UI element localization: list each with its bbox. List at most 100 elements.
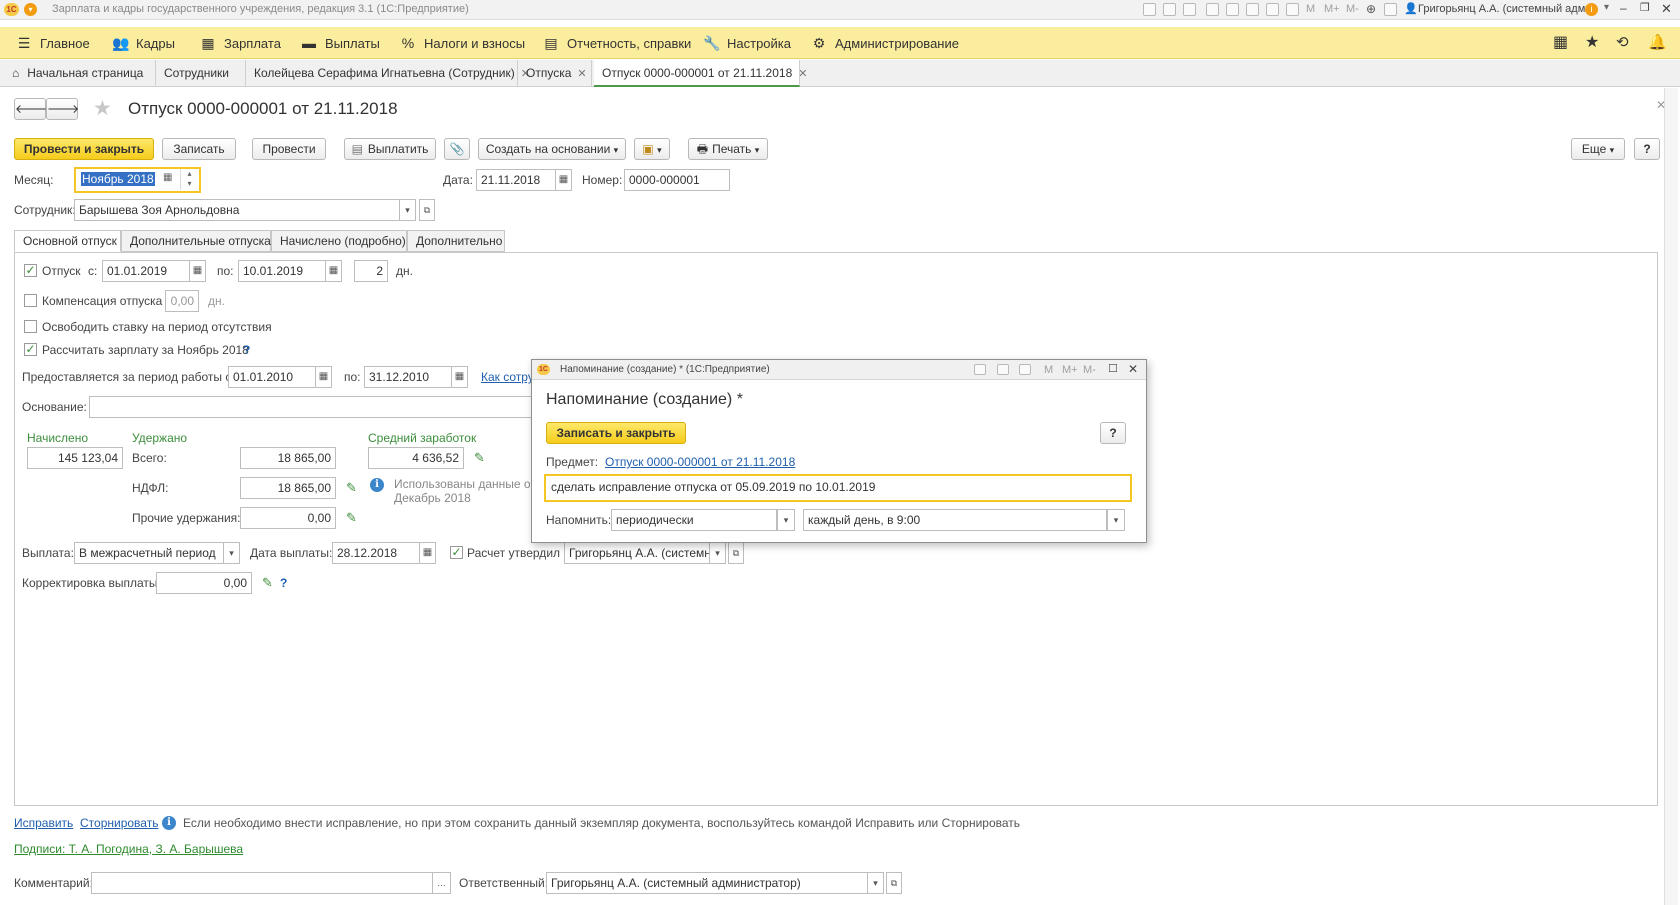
menu-item-payments[interactable]: ▬ Выплаты bbox=[301, 27, 380, 59]
menu-item-salary[interactable]: ▦ Зарплата bbox=[200, 27, 281, 59]
correction-help-icon[interactable]: ? bbox=[280, 576, 287, 590]
print-button[interactable]: 🖶 Печать ▾ bbox=[688, 138, 768, 160]
current-user[interactable]: Григорьянц А.А. (системный адм... bbox=[1418, 3, 1594, 15]
ndfl-edit-pencil-icon[interactable]: ✎ bbox=[346, 480, 357, 496]
calendar-icon[interactable]: ▦ bbox=[163, 172, 172, 183]
approved-checkbox[interactable]: ✓ bbox=[450, 546, 463, 559]
employee-dropdown-icon[interactable]: ▾ bbox=[400, 199, 416, 221]
correction-edit-pencil-icon[interactable]: ✎ bbox=[262, 575, 273, 591]
dropdown-icon[interactable]: ▾ bbox=[1604, 2, 1609, 13]
forward-button[interactable]: 🡒 bbox=[46, 98, 79, 120]
period-from-field[interactable]: 01.01.2010 bbox=[228, 366, 316, 388]
approved-by-field[interactable]: Григорьянц А.А. (системны bbox=[564, 542, 710, 564]
menu-item-taxes[interactable]: % Налоги и взносы bbox=[400, 27, 525, 59]
help-button[interactable]: ? bbox=[1634, 138, 1660, 160]
basis-field[interactable] bbox=[89, 396, 533, 418]
minimize-icon[interactable]: – bbox=[1620, 1, 1627, 15]
other-edit-pencil-icon[interactable]: ✎ bbox=[346, 510, 357, 526]
zoom-icon[interactable]: ⊕ bbox=[1366, 2, 1376, 16]
ndfl-field[interactable]: 18 865,00 bbox=[240, 477, 336, 499]
average-edit-pencil-icon[interactable]: ✎ bbox=[474, 450, 485, 466]
layout-icon[interactable] bbox=[1384, 3, 1397, 16]
history-clock-icon[interactable]: ⟲ bbox=[1616, 27, 1629, 59]
spreadsheet-icon[interactable] bbox=[1266, 3, 1279, 16]
calc-salary-help-icon[interactable]: ? bbox=[243, 343, 250, 357]
responsible-open-icon[interactable]: ⧉ bbox=[886, 872, 902, 894]
month-field[interactable]: Ноябрь 2018 bbox=[77, 169, 163, 191]
post-button[interactable]: Провести bbox=[252, 138, 326, 160]
total-withheld-field[interactable]: 18 865,00 bbox=[240, 447, 336, 469]
memory-m[interactable]: M bbox=[1306, 3, 1315, 15]
vacation-days-field[interactable]: 2 bbox=[354, 260, 388, 282]
compensation-days-field[interactable]: 0,00 bbox=[165, 290, 199, 312]
date-calendar-icon[interactable]: ▦ bbox=[556, 169, 572, 191]
attach-button[interactable]: 📎 bbox=[444, 138, 470, 160]
payout-date-calendar-icon[interactable]: ▦ bbox=[420, 542, 436, 564]
menu-item-admin[interactable]: ⚙ Администрирование bbox=[811, 27, 959, 59]
date-field[interactable]: 21.11.2018 bbox=[476, 169, 556, 191]
subject-link[interactable]: Отпуск 0000-000001 от 21.11.2018 bbox=[605, 455, 795, 469]
calc-salary-checkbox[interactable]: ✓ bbox=[24, 343, 37, 356]
dialog-maximize-icon[interactable]: ☐ bbox=[1108, 362, 1118, 375]
history-icon[interactable] bbox=[1246, 3, 1259, 16]
tab-accrued-details[interactable]: Начислено (подробно) bbox=[271, 230, 407, 252]
grid-apps-icon[interactable]: ▦ bbox=[1553, 27, 1568, 59]
employee-open-icon[interactable]: ⧉ bbox=[419, 199, 435, 221]
mail-icon[interactable] bbox=[1226, 3, 1239, 16]
tab-employees[interactable]: Сотрудники bbox=[156, 60, 246, 87]
tab-additional[interactable]: Дополнительно bbox=[407, 230, 505, 252]
period-to-field[interactable]: 31.12.2010 bbox=[364, 366, 452, 388]
other-withholdings-field[interactable]: 0,00 bbox=[240, 507, 336, 529]
dialog-help-button[interactable]: ? bbox=[1100, 422, 1126, 444]
comment-field[interactable] bbox=[91, 872, 433, 894]
employee-field[interactable]: Барышева Зоя Арнольдовна bbox=[74, 199, 400, 221]
spin-icon[interactable]: ▴ ▾ bbox=[180, 169, 198, 190]
back-button[interactable]: 🡐 bbox=[14, 98, 47, 120]
memory-plus[interactable]: M+ bbox=[1324, 3, 1340, 15]
tab-main-vacation[interactable]: Основной отпуск bbox=[14, 230, 121, 252]
vacation-to-calendar-icon[interactable]: ▦ bbox=[326, 260, 342, 282]
approved-dropdown-icon[interactable]: ▾ bbox=[710, 542, 726, 564]
link-icon[interactable] bbox=[1206, 3, 1219, 16]
dialog-calendar-icon[interactable] bbox=[1019, 364, 1031, 375]
calendar-icon[interactable] bbox=[1286, 3, 1299, 16]
approved-open-icon[interactable]: ⧉ bbox=[728, 542, 744, 564]
remind-type-dropdown-icon[interactable]: ▾ bbox=[777, 509, 795, 531]
preview-icon[interactable] bbox=[1183, 3, 1196, 16]
responsible-dropdown-icon[interactable]: ▾ bbox=[868, 872, 884, 894]
release-rate-checkbox[interactable] bbox=[24, 320, 37, 333]
dialog-close-icon[interactable]: ✕ bbox=[1128, 362, 1138, 376]
menu-item-hr[interactable]: 👥 Кадры bbox=[112, 27, 175, 59]
dialog-memory-m[interactable]: M bbox=[1044, 364, 1053, 376]
payout-dropdown-icon[interactable]: ▾ bbox=[224, 542, 240, 564]
accrued-field[interactable]: 145 123,04 bbox=[27, 447, 123, 469]
dialog-memory-minus[interactable]: M- bbox=[1083, 364, 1096, 376]
signatures-link[interactable]: Подписи: Т. А. Погодина, З. А. Барышева bbox=[14, 842, 243, 856]
dialog-memory-plus[interactable]: M+ bbox=[1062, 364, 1078, 376]
memory-minus[interactable]: M- bbox=[1346, 3, 1359, 15]
comment-expand-icon[interactable]: … bbox=[433, 872, 451, 894]
dialog-save-close-button[interactable]: Записать и закрыть bbox=[546, 422, 686, 444]
tab-close-icon[interactable]: ✕ bbox=[798, 68, 807, 80]
remind-type-field[interactable]: периодически bbox=[611, 509, 777, 531]
fix-link[interactable]: Исправить bbox=[14, 816, 73, 830]
menu-item-main[interactable]: ☰ Главное bbox=[16, 27, 90, 59]
vacation-checkbox[interactable]: ✓ bbox=[24, 264, 37, 277]
print-icon[interactable] bbox=[1163, 3, 1176, 16]
tab-close-icon[interactable]: ✕ bbox=[577, 68, 586, 80]
period-to-calendar-icon[interactable]: ▦ bbox=[452, 366, 468, 388]
close-icon[interactable]: ✕ bbox=[1661, 1, 1672, 17]
dialog-save-icon[interactable] bbox=[974, 364, 986, 375]
how-employee-link[interactable]: Как сотру bbox=[481, 370, 534, 384]
menu-item-settings[interactable]: 🔧 Настройка bbox=[703, 27, 791, 59]
tab-home[interactable]: ⌂ Начальная страница bbox=[4, 60, 156, 87]
post-and-close-button[interactable]: Провести и закрыть bbox=[14, 138, 154, 160]
number-field[interactable]: 0000-000001 bbox=[624, 169, 730, 191]
menu-item-reports[interactable]: ▤ Отчетность, справки bbox=[543, 27, 691, 59]
vacation-to-field[interactable]: 10.01.2019 bbox=[238, 260, 326, 282]
vacation-from-calendar-icon[interactable]: ▦ bbox=[190, 260, 206, 282]
payout-field[interactable]: В межрасчетный период bbox=[74, 542, 224, 564]
tab-vacation-doc[interactable]: Отпуск 0000-000001 от 21.11.2018 ✕ bbox=[594, 60, 807, 87]
favorites-star-icon[interactable]: ★ bbox=[1585, 27, 1599, 59]
dialog-spreadsheet-icon[interactable] bbox=[997, 364, 1009, 375]
